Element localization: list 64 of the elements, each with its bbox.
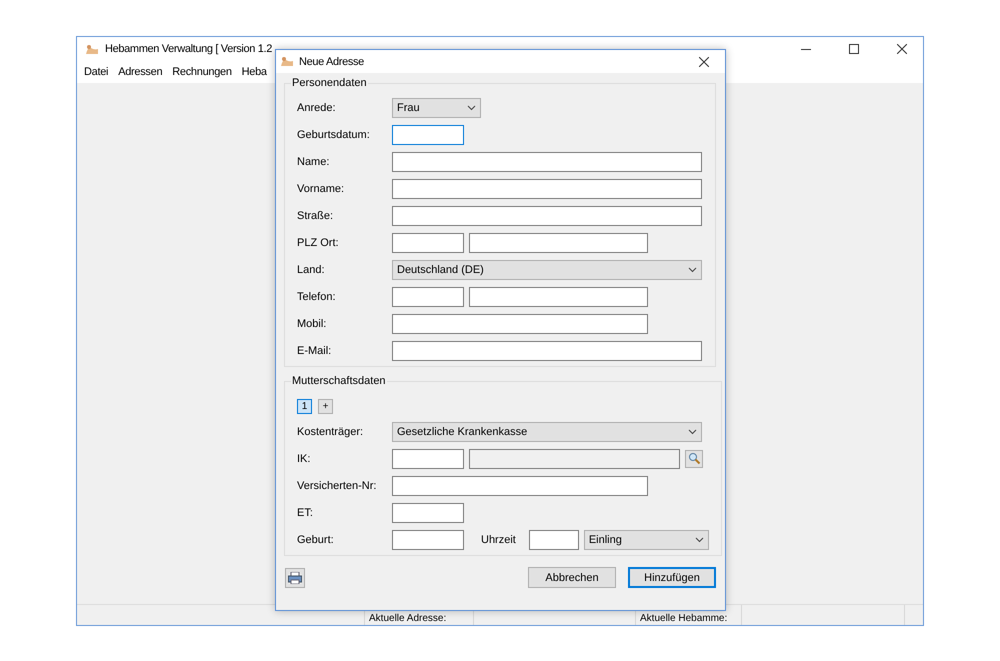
search-button[interactable] (685, 450, 703, 468)
field-label: IK: (297, 452, 312, 464)
dropdown[interactable]: Deutschland (DE) (392, 260, 702, 280)
printer-icon (288, 572, 302, 584)
field-label: PLZ Ort: (297, 236, 340, 248)
field-label: E-Mail: (297, 344, 332, 356)
menu-item[interactable]: Datei (79, 66, 114, 78)
field-label: Telefon: (297, 290, 337, 302)
input-field[interactable] (392, 340, 702, 360)
input-field[interactable] (392, 502, 464, 522)
field-label: Mobil: (297, 318, 328, 330)
app-icon (85, 44, 99, 54)
input-field[interactable] (392, 476, 648, 496)
field-label: Kostenträger: (297, 426, 364, 438)
tab[interactable]: 1 (297, 398, 312, 414)
tab[interactable]: + (318, 398, 333, 414)
field-label: Geburt: (297, 534, 335, 546)
field-label: Uhrzeit (481, 534, 516, 546)
menu-item[interactable]: Adressen (113, 66, 168, 78)
input-field[interactable] (392, 124, 464, 144)
input-field[interactable] (469, 286, 648, 306)
chevron-down-icon (467, 104, 476, 110)
close-icon (897, 44, 907, 54)
chevron-down-icon (694, 536, 704, 542)
chevron-down-icon (688, 266, 697, 272)
dropdown[interactable]: Einling (584, 530, 709, 550)
app-icon (280, 56, 294, 67)
input-field[interactable] (528, 530, 579, 550)
input-field[interactable] (469, 232, 648, 252)
field-label: Straße: (297, 210, 334, 222)
status-text: Aktuelle Hebamme: (640, 613, 728, 624)
input-field[interactable] (392, 152, 702, 172)
group-title: Mutterschaftsdaten (291, 375, 387, 387)
dialog-title: Neue Adresse (299, 56, 364, 68)
dialog-button[interactable]: Abbrechen (528, 567, 616, 588)
input-field[interactable] (392, 530, 464, 550)
field-label: Anrede: (297, 102, 337, 114)
group-title: Personendaten (291, 77, 368, 89)
field-label: Vorname: (297, 182, 346, 194)
input-field[interactable] (392, 178, 702, 198)
input-field[interactable] (392, 286, 464, 306)
field-label: ET: (297, 506, 314, 518)
menu-item[interactable]: Rechnungen (167, 66, 237, 78)
menu-item[interactable]: Heba (236, 66, 272, 78)
dialog-button[interactable]: Hinzufügen (628, 567, 716, 588)
chevron-down-icon (688, 428, 697, 434)
dropdown[interactable]: Gesetzliche Krankenkasse (392, 422, 702, 442)
status-text: Aktuelle Adresse: (369, 613, 446, 624)
input-field[interactable] (392, 232, 464, 252)
minimize-icon (801, 48, 811, 50)
field-label: Name: (297, 156, 330, 168)
input-field[interactable] (392, 206, 702, 226)
window-title: Hebammen Verwaltung [ Version 1.2 (105, 43, 272, 55)
dropdown[interactable]: Frau (392, 98, 481, 118)
print-button[interactable] (285, 568, 305, 588)
maximize-icon (849, 44, 859, 54)
input-field[interactable] (392, 314, 648, 334)
input-field[interactable] (392, 448, 464, 468)
field-label: Versicherten-Nr: (297, 480, 378, 492)
field-label: Land: (297, 264, 326, 276)
field-label: Geburtsdatum: (297, 128, 371, 140)
input-field[interactable] (469, 448, 680, 468)
search-icon (688, 452, 700, 465)
close-icon (699, 56, 709, 66)
